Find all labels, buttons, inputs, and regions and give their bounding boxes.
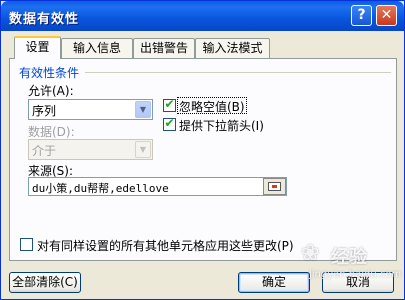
close-button[interactable]: ✕ — [376, 5, 397, 26]
apply-all-checkbox[interactable] — [20, 238, 33, 251]
tab-settings[interactable]: 设置 — [14, 36, 61, 59]
data-validation-dialog: 数据有效性 ? ✕ 设置 输入信息 出错警告 输入法模式 有效性条件 允许(A)… — [0, 0, 405, 300]
in-cell-dropdown-label: 提供下拉箭头(I) — [179, 119, 264, 133]
help-button[interactable]: ? — [351, 5, 372, 26]
in-cell-dropdown-checkbox[interactable]: ✔ — [163, 116, 176, 131]
chevron-down-icon[interactable]: ▼ — [135, 101, 151, 118]
tab-ime-mode[interactable]: 输入法模式 — [195, 38, 270, 58]
allow-select[interactable]: 序列 ▼ — [28, 99, 153, 120]
ignore-blank-label: 忽略空值(B) — [179, 100, 245, 114]
ok-button[interactable]: 确定 — [238, 272, 310, 293]
source-value: du小策,du帮帮,edellove — [32, 182, 169, 195]
window-title: 数据有效性 — [9, 12, 80, 27]
source-input[interactable]: du小策,du帮帮,edellove — [28, 177, 287, 196]
collapse-dialog-button[interactable] — [263, 178, 286, 195]
checkmark-icon: ✔ — [164, 116, 175, 130]
range-select-icon — [268, 182, 281, 191]
clear-all-button[interactable]: 全部清除(C) — [9, 272, 81, 293]
group-divider — [85, 72, 391, 73]
apply-all-label: 对有同样设置的所有其他单元格应用这些更改(P) — [37, 239, 294, 253]
validation-criteria-label: 有效性条件 — [19, 66, 80, 80]
chevron-down-icon[interactable]: ▼ — [135, 141, 151, 158]
data-label: 数据(D): — [28, 125, 75, 139]
ignore-blank-checkbox[interactable]: ✔ — [163, 97, 176, 112]
checkmark-icon: ✔ — [164, 97, 175, 111]
allow-label: 允许(A): — [28, 84, 74, 98]
data-value: 介于 — [32, 144, 57, 158]
tab-input-message[interactable]: 输入信息 — [61, 38, 133, 58]
allow-value: 序列 — [32, 104, 57, 118]
cancel-button[interactable]: 取消 — [322, 272, 394, 293]
title-bar[interactable]: 数据有效性 ? ✕ — [1, 1, 404, 31]
tab-error-alert[interactable]: 出错警告 — [133, 38, 195, 58]
data-select[interactable]: 介于 ▼ — [28, 139, 153, 160]
